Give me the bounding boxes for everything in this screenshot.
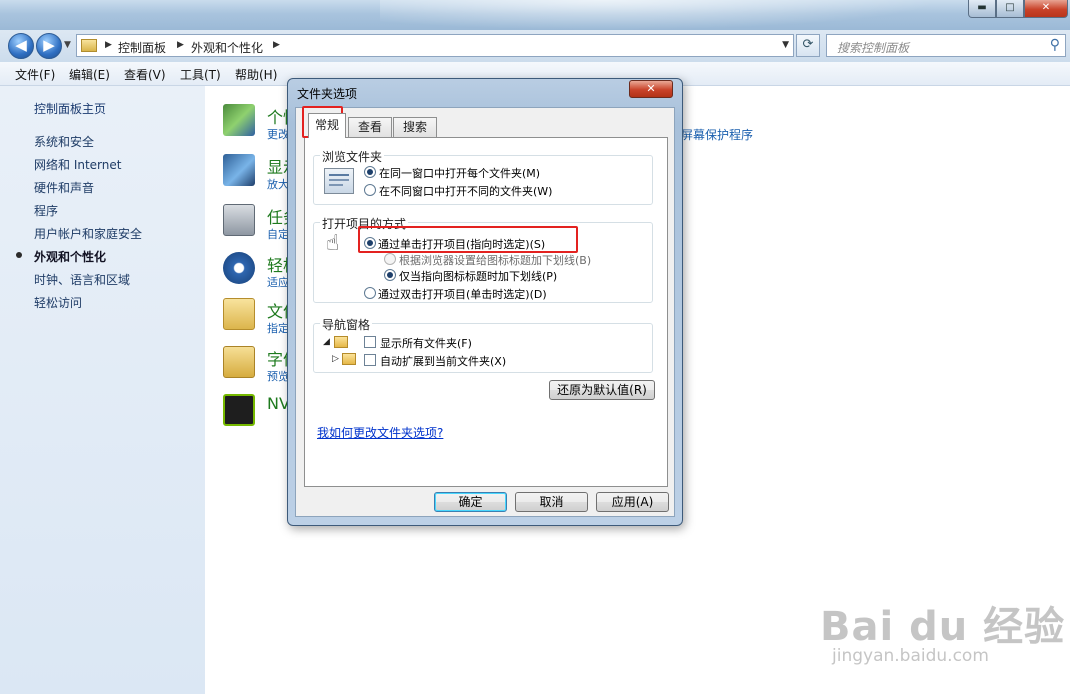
dialog-close-button[interactable]: ✕ xyxy=(629,80,673,98)
active-bullet-icon xyxy=(16,252,22,258)
option-label[interactable]: 仅当指向图标标题时加下划线(P) xyxy=(399,268,557,284)
window-titlebar: ▬ □ ✕ xyxy=(0,0,1070,30)
ok-button[interactable]: 确定 xyxy=(434,492,507,512)
breadcrumb-arrow-icon[interactable]: ▶ xyxy=(177,40,184,50)
display-icon xyxy=(223,154,255,186)
address-toolbar: ◀ ▶ ▼ ▶ 控制面板 ▶ 外观和个性化 ▶ ▼ ⟳ 搜索控制面板 ⚲ xyxy=(0,30,1070,62)
search-input[interactable]: 搜索控制面板 ⚲ xyxy=(826,34,1066,57)
option-label[interactable]: 在同一窗口中打开每个文件夹(M) xyxy=(379,165,540,181)
sidebar: 控制面板主页 系统和安全 网络和 Internet 硬件和声音 程序 用户帐户和… xyxy=(0,86,205,694)
radio-same-window[interactable] xyxy=(364,166,376,178)
tab-search[interactable]: 搜索 xyxy=(393,117,437,137)
search-icon[interactable]: ⚲ xyxy=(1050,37,1060,53)
group-label: 浏览文件夹 xyxy=(320,148,385,165)
tree-expanded-icon: ◢ xyxy=(323,337,330,347)
tab-pane-general: 浏览文件夹 在同一窗口中打开每个文件夹(M) 在不同窗口中打开不同的文件夹(W)… xyxy=(304,137,668,487)
back-button[interactable]: ◀ xyxy=(8,33,34,59)
history-dropdown-icon[interactable]: ▼ xyxy=(64,40,71,50)
category-link[interactable]: 预览 xyxy=(267,368,289,384)
highlight-box-option xyxy=(358,226,578,253)
watermark-url: jingyan.baidu.com xyxy=(832,646,989,666)
tab-view[interactable]: 查看 xyxy=(348,117,392,137)
watermark-brand: Bai du 经验 xyxy=(820,604,1066,650)
category-link[interactable]: 放大 xyxy=(267,176,289,192)
option-label[interactable]: 显示所有文件夹(F) xyxy=(380,335,472,351)
option-label[interactable]: 通过双击打开项目(单击时选定)(D) xyxy=(378,286,547,302)
category-link[interactable]: 更改 xyxy=(267,126,289,142)
dialog-title: 文件夹选项 xyxy=(297,87,358,101)
sidebar-item-appearance[interactable]: 外观和个性化 xyxy=(34,248,106,265)
category-link[interactable]: 指定 xyxy=(267,320,289,336)
restore-defaults-button[interactable]: 还原为默认值(R) xyxy=(549,380,655,400)
pointer-hand-icon: ☝ xyxy=(326,231,340,256)
checkbox-show-all-folders[interactable] xyxy=(364,336,376,348)
folder-icon xyxy=(334,336,348,348)
sidebar-item-clock-language[interactable]: 时钟、语言和区域 xyxy=(34,271,130,288)
sidebar-item-system-security[interactable]: 系统和安全 xyxy=(34,133,94,150)
category-link[interactable]: 自定 xyxy=(267,226,289,242)
apply-button[interactable]: 应用(A) xyxy=(596,492,669,512)
option-label[interactable]: 自动扩展到当前文件夹(X) xyxy=(380,353,506,369)
screensaver-link[interactable]: 屏幕保护程序 xyxy=(681,126,753,143)
maximize-button[interactable]: □ xyxy=(996,0,1024,18)
breadcrumb-appearance[interactable]: 外观和个性化 xyxy=(191,39,263,56)
refresh-button[interactable]: ⟳ xyxy=(796,34,820,57)
sidebar-item-network[interactable]: 网络和 Internet xyxy=(34,156,121,173)
taskbar-icon xyxy=(223,204,255,236)
browse-folders-icon xyxy=(324,168,354,194)
group-label: 导航窗格 xyxy=(320,316,373,333)
personalization-icon xyxy=(223,104,255,136)
menu-help[interactable]: 帮助(H) xyxy=(235,66,277,83)
sidebar-item-ease-of-access[interactable]: 轻松访问 xyxy=(34,294,82,311)
category-link[interactable]: 适应 xyxy=(267,274,289,290)
search-placeholder: 搜索控制面板 xyxy=(837,41,910,55)
tab-general[interactable]: 常规 xyxy=(308,113,346,138)
ease-of-access-icon xyxy=(223,252,255,284)
sidebar-item-hardware-sound[interactable]: 硬件和声音 xyxy=(34,179,94,196)
radio-underline-point[interactable] xyxy=(384,269,396,281)
nvidia-icon xyxy=(223,394,255,426)
fonts-icon xyxy=(223,346,255,378)
breadcrumb-arrow-icon[interactable]: ▶ xyxy=(273,40,280,50)
menu-edit[interactable]: 编辑(E) xyxy=(69,66,110,83)
radio-double-click[interactable] xyxy=(364,287,376,299)
checkbox-auto-expand[interactable] xyxy=(364,354,376,366)
folder-icon xyxy=(342,353,356,365)
breadcrumb-control-panel[interactable]: 控制面板 xyxy=(118,39,166,56)
address-field[interactable]: ▶ 控制面板 ▶ 外观和个性化 ▶ ▼ xyxy=(76,34,794,57)
sidebar-item-programs[interactable]: 程序 xyxy=(34,202,58,219)
address-dropdown-icon[interactable]: ▼ xyxy=(782,40,789,50)
breadcrumb-arrow-icon[interactable]: ▶ xyxy=(105,40,112,50)
navigation-pane-group: 导航窗格 ◢ 显示所有文件夹(F) ▷ 自动扩展到当前文件夹(X) xyxy=(313,316,653,373)
menu-file[interactable]: 文件(F) xyxy=(15,66,55,83)
option-label[interactable]: 在不同窗口中打开不同的文件夹(W) xyxy=(379,183,552,199)
radio-underline-browser[interactable] xyxy=(384,253,396,265)
option-label[interactable]: 根据浏览器设置给图标标题加下划线(B) xyxy=(399,252,591,268)
folder-options-dialog: 文件夹选项 ✕ 常规 查看 搜索 浏览文件夹 在同一窗口中打开每个文件夹(M) … xyxy=(287,78,683,526)
radio-different-window[interactable] xyxy=(364,184,376,196)
cancel-button[interactable]: 取消 xyxy=(515,492,588,512)
browse-folders-group: 浏览文件夹 在同一窗口中打开每个文件夹(M) 在不同窗口中打开不同的文件夹(W) xyxy=(313,148,653,205)
tree-collapsed-icon: ▷ xyxy=(332,354,339,364)
sidebar-item-home[interactable]: 控制面板主页 xyxy=(34,100,106,117)
menu-view[interactable]: 查看(V) xyxy=(124,66,166,83)
forward-button[interactable]: ▶ xyxy=(36,33,62,59)
menu-tools[interactable]: 工具(T) xyxy=(180,66,221,83)
folder-options-icon xyxy=(223,298,255,330)
close-button[interactable]: ✕ xyxy=(1024,0,1068,18)
sidebar-item-user-accounts[interactable]: 用户帐户和家庭安全 xyxy=(34,225,142,242)
dialog-body: 常规 查看 搜索 浏览文件夹 在同一窗口中打开每个文件夹(M) 在不同窗口中打开… xyxy=(295,107,675,517)
titlebar-glass xyxy=(380,0,940,30)
help-link[interactable]: 我如何更改文件夹选项? xyxy=(317,424,443,441)
control-panel-icon xyxy=(81,39,97,52)
minimize-button[interactable]: ▬ xyxy=(968,0,996,18)
